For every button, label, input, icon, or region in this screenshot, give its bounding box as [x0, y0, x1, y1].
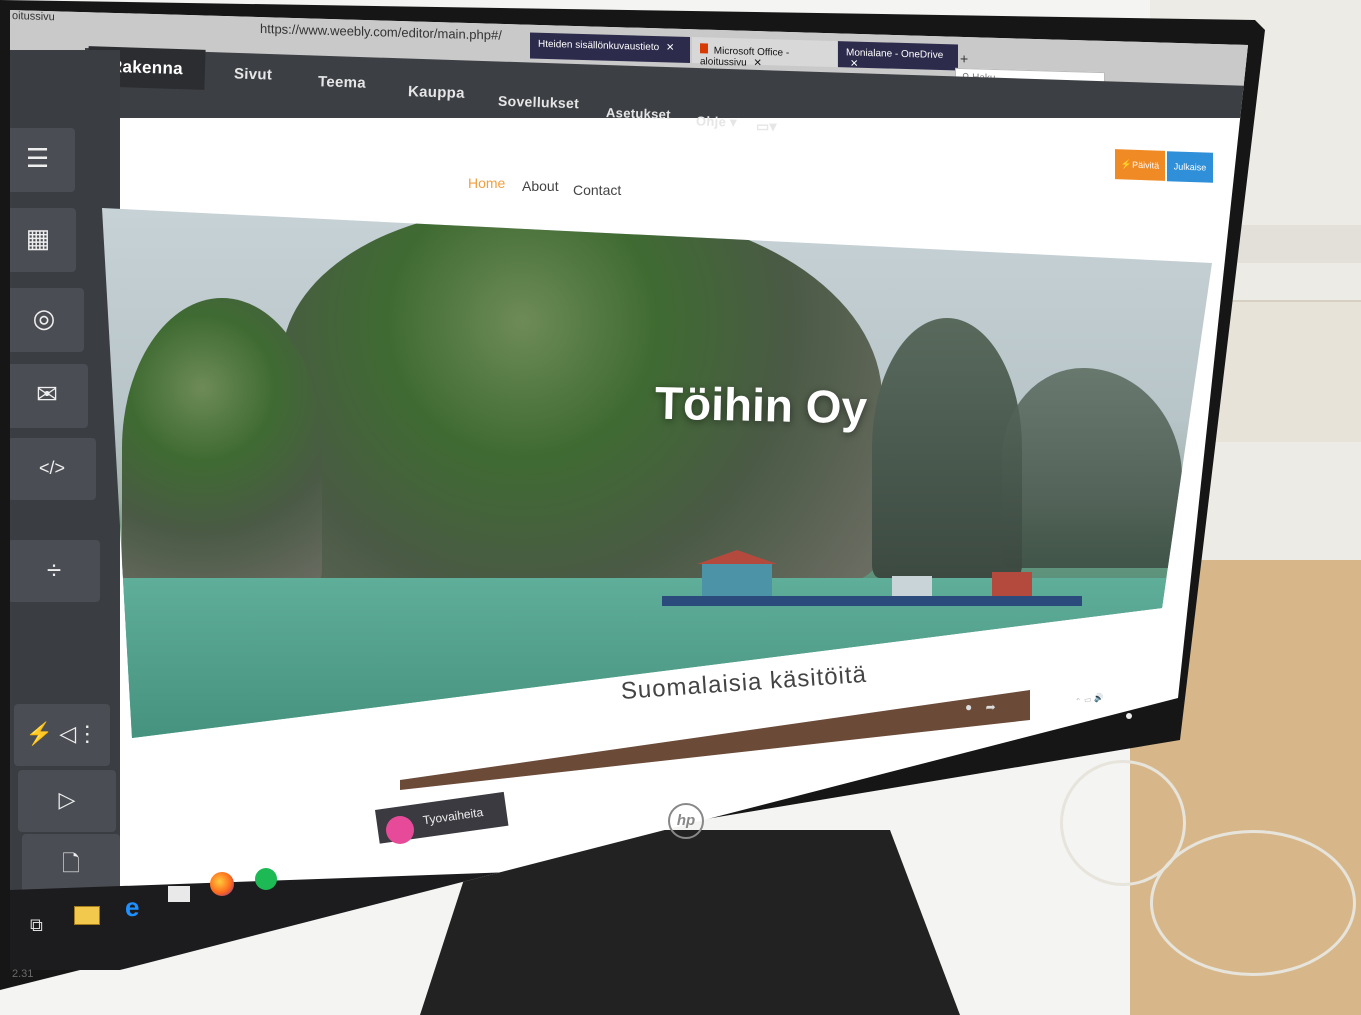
- sidebar-btn-menu[interactable]: ☰: [10, 128, 75, 192]
- mail-app-icon[interactable]: [168, 886, 190, 902]
- tab-label: Hteiden sisällönkuvaustieto: [538, 38, 660, 54]
- menu-icon: ☰: [25, 143, 50, 173]
- spotify-icon[interactable]: [255, 868, 277, 890]
- site-nav-about[interactable]: About: [522, 178, 559, 194]
- site-nav-home[interactable]: Home: [468, 175, 505, 191]
- browser-tab-2[interactable]: Microsoft Office -aloitussivu ✕: [692, 37, 837, 69]
- video-icon: ▷: [58, 787, 76, 812]
- upgrade-button[interactable]: ⚡Päivitä: [1115, 149, 1165, 181]
- nav-sovellukset[interactable]: Sovellukset: [498, 93, 580, 112]
- site-nav-contact[interactable]: Contact: [573, 182, 621, 198]
- sidebar-btn-audio[interactable]: ⚡ ◁⋮: [14, 704, 110, 766]
- video-controls[interactable]: ● ➦: [965, 700, 996, 714]
- publish-button[interactable]: Julkaise: [1167, 151, 1213, 183]
- task-view-icon[interactable]: ⧉: [30, 915, 43, 936]
- edge-browser-icon[interactable]: e: [125, 892, 139, 923]
- app-avatar-icon: [386, 816, 414, 844]
- close-icon[interactable]: ✕: [850, 58, 858, 69]
- code-icon: </>: [38, 458, 66, 478]
- sidebar-btn-gallery[interactable]: ▦: [10, 208, 76, 272]
- floating-house: [892, 576, 932, 598]
- new-tab-button[interactable]: +: [960, 51, 968, 67]
- floating-house: [992, 572, 1032, 598]
- office-icon: [700, 43, 708, 54]
- info-icon: ●: [965, 700, 973, 714]
- close-icon[interactable]: ✕: [753, 58, 761, 69]
- nav-sivut[interactable]: Sivut: [234, 65, 273, 83]
- sidebar-btn-map[interactable]: ◎: [10, 288, 84, 352]
- raft: [662, 596, 1082, 606]
- monitor-bottom-label: 2.31: [12, 968, 34, 980]
- audio-icon: ⚡ ◁⋮: [25, 721, 99, 746]
- address-bar[interactable]: https://www.weebly.com/editor/main.php#/: [260, 21, 502, 43]
- sidebar-btn-divider[interactable]: ÷: [10, 540, 100, 602]
- share-icon: ➦: [985, 700, 996, 714]
- device-icon[interactable]: ▭▾: [756, 118, 777, 135]
- browser-tab-1[interactable]: Hteiden sisällönkuvaustieto ✕: [530, 32, 690, 63]
- cable: [1150, 830, 1356, 976]
- file-icon: 🗋: [62, 851, 80, 876]
- file-explorer-icon[interactable]: [74, 906, 100, 925]
- tab-label: Microsoft Office -aloitussivu: [700, 45, 790, 69]
- nav-kauppa[interactable]: Kauppa: [408, 83, 465, 102]
- hero-title[interactable]: Töihin Oy: [654, 376, 867, 435]
- tab-label: Monialane - OneDrive: [846, 47, 944, 62]
- grid-icon: ▦: [25, 223, 51, 253]
- sidebar-btn-embed-code[interactable]: </>: [10, 438, 96, 500]
- previous-tab-label[interactable]: oitussivu: [12, 10, 55, 23]
- firefox-icon[interactable]: [210, 872, 234, 896]
- floating-house: [702, 564, 772, 598]
- floating-village: [662, 538, 1082, 606]
- preview-label: Tyovaiheita: [421, 805, 485, 828]
- divider-icon: ÷: [46, 555, 62, 585]
- hero-banner-image[interactable]: [102, 208, 1212, 738]
- house-roof: [697, 550, 777, 564]
- mail-icon: ✉: [36, 379, 58, 409]
- nav-asetukset[interactable]: Asetukset: [606, 105, 671, 122]
- sidebar-btn-video[interactable]: ▷: [18, 770, 116, 832]
- close-icon[interactable]: ✕: [666, 42, 674, 53]
- nav-ohje[interactable]: Ohje ▾: [696, 113, 737, 130]
- karst-cliff: [122, 298, 322, 598]
- system-tray[interactable]: ⌃ ▭ 🔊: [1074, 693, 1104, 707]
- nav-teema[interactable]: Teema: [318, 73, 366, 91]
- browser-tab-3[interactable]: Monialane - OneDrive ✕: [838, 41, 958, 71]
- sidebar-btn-contact-form[interactable]: ✉: [10, 364, 88, 428]
- power-led: [1126, 713, 1132, 719]
- location-icon: ◎: [32, 303, 56, 333]
- hp-logo: hp: [668, 803, 704, 839]
